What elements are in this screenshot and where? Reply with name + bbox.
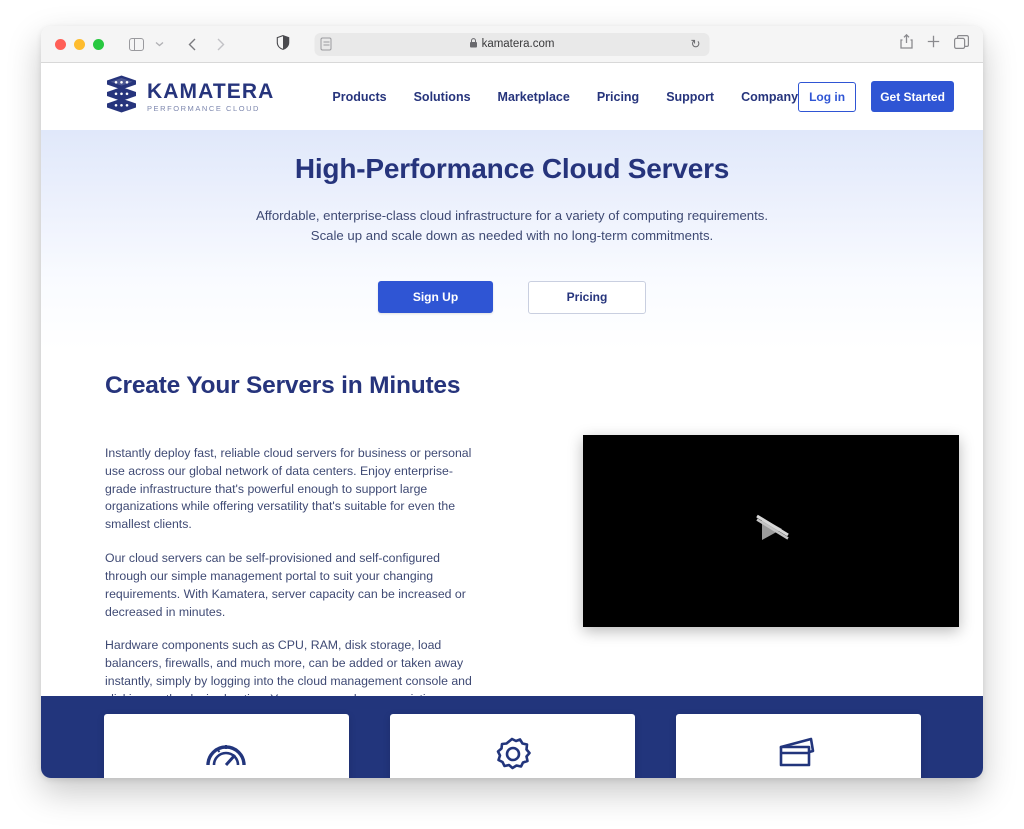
- hero-subtitle-line-2: Scale up and scale down as needed with n…: [310, 228, 714, 244]
- hero-cta-group: Sign Up Pricing: [41, 280, 983, 314]
- close-window-button[interactable]: [55, 38, 66, 50]
- address-bar-container: kamatera.com ↻: [276, 32, 710, 56]
- play-slash-icon[interactable]: [748, 508, 794, 555]
- signup-button[interactable]: Sign Up: [378, 280, 493, 313]
- zoom-window-button[interactable]: [93, 38, 104, 50]
- hero-title: High-Performance Cloud Servers: [294, 153, 730, 184]
- tab-overview-icon[interactable]: [954, 34, 969, 54]
- nav-item-support[interactable]: Support: [666, 90, 714, 104]
- section-title: Create Your Servers in Minutes: [105, 372, 461, 399]
- site-header: KAMATERA PERFORMANCE CLOUD Products Solu…: [41, 63, 983, 130]
- nav-item-marketplace[interactable]: Marketplace: [498, 90, 570, 104]
- reload-icon[interactable]: ↻: [690, 37, 700, 51]
- speedometer-icon: [205, 735, 247, 778]
- logo-tagline: PERFORMANCE CLOUD: [147, 103, 261, 113]
- get-started-button[interactable]: Get Started: [871, 81, 955, 112]
- page-root: kamatera.com ↻ KAMATERA PERFORMANCE CLOU…: [0, 0, 1024, 829]
- stacked-layers-logo-icon: [105, 75, 138, 119]
- gear-icon: [492, 735, 532, 778]
- chevron-down-icon[interactable]: [152, 33, 166, 55]
- lock-icon: [470, 38, 478, 50]
- main-navigation: Products Solutions Marketplace Pricing S…: [332, 90, 798, 104]
- pricing-button[interactable]: Pricing: [528, 280, 646, 314]
- login-button[interactable]: Log in: [798, 81, 857, 112]
- hero-subtitle: Affordable, enterprise-class cloud infra…: [41, 206, 983, 247]
- toolbar-right-actions: [900, 33, 969, 54]
- header-actions: Log in Get Started: [798, 81, 955, 112]
- feature-card-billing[interactable]: [675, 714, 921, 778]
- back-arrow-icon[interactable]: [180, 33, 204, 55]
- feature-card-speed[interactable]: [103, 714, 349, 778]
- browser-window: kamatera.com ↻ KAMATERA PERFORMANCE CLOU…: [41, 26, 983, 778]
- nav-item-company[interactable]: Company: [741, 90, 798, 104]
- plus-icon[interactable]: [927, 35, 940, 53]
- nav-item-solutions[interactable]: Solutions: [414, 90, 471, 104]
- minimize-window-button[interactable]: [74, 38, 85, 50]
- paragraph-1: Instantly deploy fast, reliable cloud se…: [105, 446, 472, 532]
- feature-cards-band: [41, 696, 983, 778]
- site-logo[interactable]: KAMATERA PERFORMANCE CLOUD: [105, 75, 274, 119]
- browser-toolbar: kamatera.com ↻: [41, 26, 983, 63]
- forward-arrow-icon[interactable]: [208, 33, 232, 55]
- window-controls: [41, 38, 104, 50]
- sidebar-icon[interactable]: [124, 33, 148, 55]
- hero-section: High-Performance Cloud Servers Affordabl…: [41, 130, 983, 350]
- hero-subtitle-line-1: Affordable, enterprise-class cloud infra…: [255, 208, 769, 223]
- logo-name: KAMATERA: [147, 79, 275, 103]
- card-stack-icon: [777, 735, 819, 778]
- nav-item-pricing[interactable]: Pricing: [597, 90, 639, 104]
- reader-view-icon[interactable]: [320, 37, 332, 51]
- nav-item-products[interactable]: Products: [332, 90, 386, 104]
- share-icon[interactable]: [900, 33, 913, 54]
- url-bar[interactable]: kamatera.com ↻: [314, 32, 710, 56]
- navigation-controls: [124, 33, 232, 55]
- video-player[interactable]: [583, 435, 959, 627]
- paragraph-2: Our cloud servers can be self-provisione…: [105, 551, 466, 619]
- privacy-shield-icon[interactable]: [276, 35, 290, 53]
- url-text: kamatera.com: [481, 38, 555, 50]
- feature-card-configure[interactable]: [389, 714, 635, 778]
